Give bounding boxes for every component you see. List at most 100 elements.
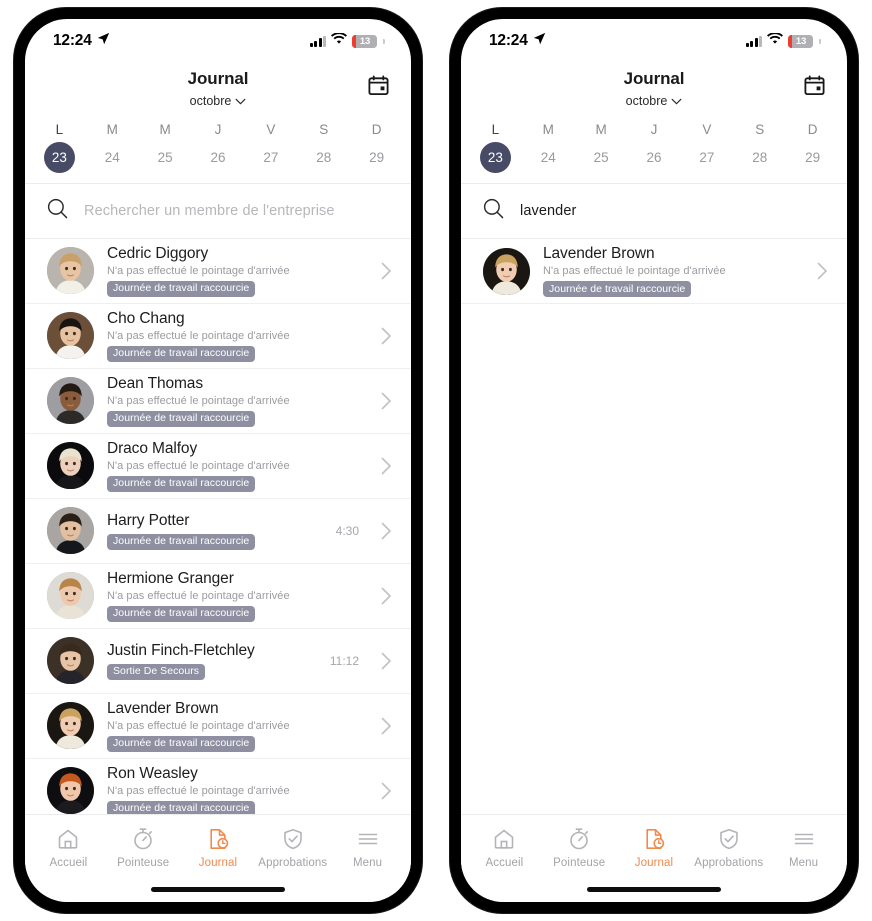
tab-journal[interactable]: Journal [181,827,256,869]
week-date-6: 29 [369,150,385,165]
week-dow-5: S [755,122,765,137]
search-input[interactable]: lavender [520,203,576,219]
list-item-content: Dean Thomas N'a pas effectué le pointage … [107,375,367,427]
list-item[interactable]: Dean Thomas N'a pas effectué le pointage … [25,369,411,434]
tab-pointeuse[interactable]: Pointeuse [542,827,617,869]
header-divider [461,183,847,184]
tab-pointeuse[interactable]: Pointeuse [106,827,181,869]
list-item[interactable]: Harry Potter Journée de travail raccourci… [25,499,411,564]
member-time: 4:30 [335,523,359,538]
tab-accueil[interactable]: Accueil [467,827,542,869]
location-arrow-icon [97,32,110,50]
tab-label: Journal [634,856,674,869]
list-item[interactable]: Hermione Granger N'a pas effectué le poin… [25,564,411,629]
calendar-button[interactable] [365,75,391,101]
week-day-6[interactable]: D 29 [786,122,839,173]
shield-check-icon [717,827,741,852]
list-item-content: Draco Malfoy N'a pas effectué le pointage… [107,440,367,492]
tab-label: Pointeuse [117,856,170,869]
status-badge: Journée de travail raccourcie [107,410,256,427]
week-day-3[interactable]: J 26 [628,122,681,173]
week-day-3[interactable]: J 26 [192,122,245,173]
member-status: N'a pas effectué le pointage d'arrivée [107,784,290,797]
calendar-icon [803,74,826,102]
tab-approbations[interactable]: Approbations [691,827,766,869]
status-badge: Journée de travail raccourcie [107,533,256,550]
shield-check-icon [281,827,305,852]
chevron-right-icon [380,327,393,345]
chevron-down-icon [235,94,246,108]
week-date-0: 23 [43,142,75,173]
member-name: Lavender Brown [107,699,219,717]
cellular-signal-icon [745,35,762,47]
member-status: N'a pas effectué le pointage d'arrivée [107,329,290,342]
wifi-icon [331,32,347,50]
status-bar-left: 12:24 [489,32,546,50]
member-status: N'a pas effectué le pointage d'arrivée [107,264,290,277]
week-day-5[interactable]: S 28 [733,122,786,173]
page-title: Journal [187,69,249,88]
week-dow-1: M [106,122,118,137]
bottom-tab-bar-right: Accueil Pointeuse Journal Approbations Menu [461,814,847,876]
week-day-0[interactable]: L 23 [469,122,522,173]
phone-screen: 12:24 13 Journal octobre L 23 M 24 M 25 … [25,19,411,902]
tab-approbations[interactable]: Approbations [255,827,330,869]
list-item-content: Ron Weasley N'a pas effectué le pointage … [107,765,367,814]
stopwatch-icon [567,827,591,852]
member-status: N'a pas effectué le pointage d'arrivée [107,589,290,602]
week-day-2[interactable]: M 25 [575,122,628,173]
status-badge: Journée de travail raccourcie [107,605,256,622]
member-name: Cho Chang [107,309,185,327]
week-day-4[interactable]: V 27 [244,122,297,173]
chevron-right-icon [380,262,393,280]
avatar [47,767,94,814]
phone-bezel: 12:24 13 Journal octobre L 23 M 24 M 25 … [14,8,422,913]
list-item[interactable]: Ron Weasley N'a pas effectué le pointage … [25,759,411,814]
week-day-6[interactable]: D 29 [350,122,403,173]
search-input[interactable]: Rechercher un membre de l'entreprise [84,203,335,219]
week-day-1[interactable]: M 24 [522,122,575,173]
week-strip: L 23 M 24 M 25 J 26 V 27 S 28 D 29 [461,110,847,173]
week-day-4[interactable]: V 27 [680,122,733,173]
list-item[interactable]: Lavender Brown N'a pas effectué le pointa… [25,694,411,759]
list-item[interactable]: Lavender Brown N'a pas effectué le pointa… [461,239,847,304]
avatar [483,247,530,295]
week-day-0[interactable]: L 23 [33,122,86,173]
journal-clock-icon [206,827,230,852]
tab-menu[interactable]: Menu [330,827,405,869]
member-name: Harry Potter [107,511,190,529]
search-bar[interactable]: lavender [461,184,847,238]
tab-label: Menu [789,856,819,869]
week-dow-3: J [650,122,658,137]
list-item[interactable]: Draco Malfoy N'a pas effectué le pointage… [25,434,411,499]
status-time: 12:24 [53,32,92,49]
search-bar[interactable]: Rechercher un membre de l'entreprise [25,184,411,238]
week-day-2[interactable]: M 25 [139,122,192,173]
stopwatch-icon [131,827,155,852]
tab-menu[interactable]: Menu [766,827,841,869]
tab-label: Approbations [694,856,764,869]
week-date-0: 23 [479,142,511,173]
week-day-5[interactable]: S 28 [297,122,350,173]
battery-cap [383,38,385,44]
calendar-button[interactable] [801,75,827,101]
chevron-right-icon [380,652,393,670]
member-list-left: Cedric Diggory N'a pas effectué le pointa… [25,238,411,814]
tab-accueil[interactable]: Accueil [31,827,106,869]
list-item[interactable]: Cedric Diggory N'a pas effectué le pointa… [25,239,411,304]
list-item[interactable]: Justin Finch-Fletchley Sortie De Secours 1… [25,629,411,694]
battery-icon: 13 [788,34,813,48]
battery-percent: 13 [359,35,371,47]
member-name: Lavender Brown [543,245,655,262]
list-item[interactable]: Cho Chang N'a pas effectué le pointage d'… [25,304,411,369]
week-date-1: 24 [540,150,556,165]
status-badge: Sortie De Secours [107,663,206,680]
home-icon [492,827,516,852]
week-day-1[interactable]: M 24 [86,122,139,173]
month-selector[interactable]: octobre [190,94,247,108]
chevron-right-icon [380,457,393,475]
month-label: octobre [189,94,232,108]
month-selector[interactable]: octobre [626,94,683,108]
home-indicator [587,886,721,892]
tab-journal[interactable]: Journal [617,827,692,869]
